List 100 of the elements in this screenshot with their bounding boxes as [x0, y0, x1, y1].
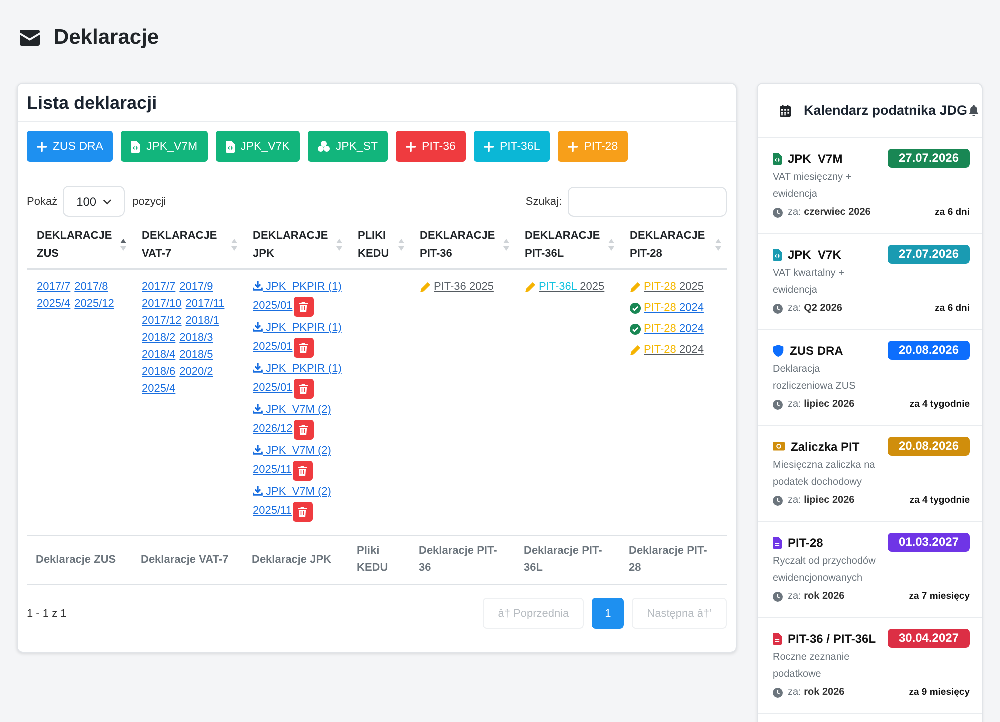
download-icon	[253, 322, 263, 332]
period-link[interactable]: 2025/4	[142, 381, 176, 398]
file-download-link[interactable]: JPK_PKPIR (1)	[253, 281, 342, 293]
clock-icon	[773, 400, 783, 410]
shield-icon	[773, 344, 784, 356]
plus-icon	[484, 142, 494, 152]
column-header[interactable]: DEKLARACJE PIT-36L	[525, 227, 605, 263]
add-declaration-button[interactable]: PIT-36	[396, 131, 466, 162]
file-code-icon	[773, 152, 782, 164]
search-field[interactable]	[568, 186, 727, 216]
period-link[interactable]: 2018/6	[142, 364, 176, 381]
column-header[interactable]: DEKLARACJE VAT-7	[142, 227, 228, 263]
file-download-link[interactable]: JPK_V7M (2)	[253, 486, 332, 498]
deadline-title: JPK_V7K	[788, 248, 842, 262]
period-text: za: Q2 2026	[788, 303, 842, 314]
trash-icon	[298, 506, 308, 516]
add-declaration-button[interactable]: JPK_ST	[308, 131, 388, 162]
deadline-title: JPK_V7M	[788, 152, 843, 166]
file-code-icon	[131, 140, 140, 152]
clock-icon	[773, 688, 783, 698]
add-declaration-button[interactable]: JPK_V7K	[216, 131, 300, 162]
file-download-link[interactable]: JPK_V7M (2)	[253, 404, 332, 416]
period-link[interactable]: 2020/2	[180, 364, 214, 381]
period-link[interactable]: 2017/11	[186, 296, 225, 313]
column-header[interactable]: DEKLARACJE PIT-28	[630, 227, 712, 263]
form-link[interactable]: PIT-28 2024	[644, 300, 704, 317]
due-date-badge: 01.03.2027	[888, 533, 970, 552]
time-remaining: za 6 dni	[935, 303, 970, 314]
add-declaration-button[interactable]: PIT-36L	[474, 131, 550, 162]
column-header[interactable]: PLIKI KEDU	[358, 227, 395, 263]
file-download-link[interactable]: JPK_PKPIR (1)	[253, 322, 342, 334]
form-link[interactable]: PIT-28 2024	[644, 342, 704, 359]
period-link[interactable]: 2017/9	[180, 279, 214, 296]
plus-icon	[37, 142, 47, 152]
due-date-badge: 20.08.2026	[888, 341, 970, 360]
column-header[interactable]: DEKLARACJE PIT-36	[420, 227, 500, 263]
column-footer: Deklaracje PIT-36L	[524, 543, 612, 577]
file-download-link[interactable]: JPK_PKPIR (1)	[253, 363, 342, 375]
plus-icon	[568, 142, 578, 152]
column-header[interactable]: DEKLARACJE ZUS	[37, 227, 117, 263]
period-link[interactable]: 2017/7	[37, 279, 71, 296]
period-link[interactable]: 2017/12	[142, 313, 182, 330]
delete-button[interactable]	[292, 502, 313, 522]
delete-button[interactable]	[294, 338, 314, 358]
form-link[interactable]: PIT-36L 2025	[539, 279, 605, 296]
delete-button[interactable]	[294, 296, 314, 316]
trash-icon	[299, 302, 308, 312]
delete-button[interactable]	[294, 420, 314, 440]
due-date-badge: 27.07.2026	[888, 149, 970, 168]
clock-icon	[773, 304, 783, 314]
document-icon	[773, 632, 782, 644]
time-remaining: za 6 dni	[935, 207, 970, 218]
due-date-badge: 27.07.2026	[888, 245, 970, 264]
file-download-link[interactable]: JPK_V7M (2)	[253, 445, 332, 457]
file-period-link[interactable]: 2025/01	[253, 298, 293, 315]
page-title: Deklaracje	[54, 26, 160, 50]
file-period-link[interactable]: 2025/01	[253, 339, 293, 356]
deadline-title: PIT-36 / PIT-36L	[788, 632, 876, 646]
period-link[interactable]: 2025/12	[74, 296, 114, 313]
download-icon	[253, 445, 263, 455]
page-button[interactable]: 1	[592, 598, 624, 629]
period-link[interactable]: 2018/2	[142, 330, 176, 347]
deadline-title: PIT-28	[788, 536, 824, 550]
file-period-link[interactable]: 2026/12	[253, 421, 293, 438]
file-period-link[interactable]: 2025/11	[253, 503, 292, 520]
file-period-link[interactable]: 2025/11	[253, 462, 292, 479]
card-title: Lista deklaracji	[27, 92, 158, 115]
period-link[interactable]: 2017/7	[142, 279, 176, 296]
clock-icon	[773, 208, 783, 218]
envelope-icon	[20, 30, 40, 46]
clock-icon	[773, 496, 783, 506]
file-code-icon	[226, 140, 235, 152]
period-link[interactable]: 2018/5	[180, 347, 214, 364]
time-remaining: za 4 tygodnie	[910, 399, 970, 410]
time-remaining: za 4 tygodnie	[910, 495, 970, 506]
form-link[interactable]: PIT-28 2025	[644, 279, 704, 296]
banknote-icon	[773, 442, 785, 451]
due-date-badge: 30.04.2027	[888, 629, 970, 648]
column-header[interactable]: DEKLARACJE JPK	[253, 227, 333, 263]
period-link[interactable]: 2017/8	[74, 279, 108, 296]
add-declaration-button[interactable]: ZUS DRA	[27, 131, 114, 162]
period-link[interactable]: 2025/4	[37, 296, 71, 313]
trash-icon	[299, 384, 308, 394]
download-icon	[253, 281, 263, 291]
period-link[interactable]: 2018/4	[142, 347, 176, 364]
file-period-link[interactable]: 2025/01	[253, 380, 293, 397]
period-link[interactable]: 2018/1	[186, 313, 220, 330]
delete-button[interactable]	[292, 460, 313, 480]
form-link[interactable]: PIT-36 2025	[434, 279, 494, 296]
page-size-label: Pokaż	[27, 196, 58, 208]
period-link[interactable]: 2018/3	[180, 330, 214, 347]
column-footer: Deklaracje PIT-28	[629, 543, 719, 577]
calendar-icon	[780, 104, 791, 116]
column-footer: Deklaracje ZUS	[36, 552, 116, 568]
page-size-select[interactable]: 100	[62, 186, 125, 217]
delete-button[interactable]	[294, 378, 314, 398]
add-declaration-button[interactable]: JPK_V7M	[121, 131, 208, 162]
page-size-label: pozycji	[132, 196, 166, 208]
period-link[interactable]: 2017/10	[142, 296, 182, 313]
form-link[interactable]: PIT-28 2024	[644, 321, 704, 338]
